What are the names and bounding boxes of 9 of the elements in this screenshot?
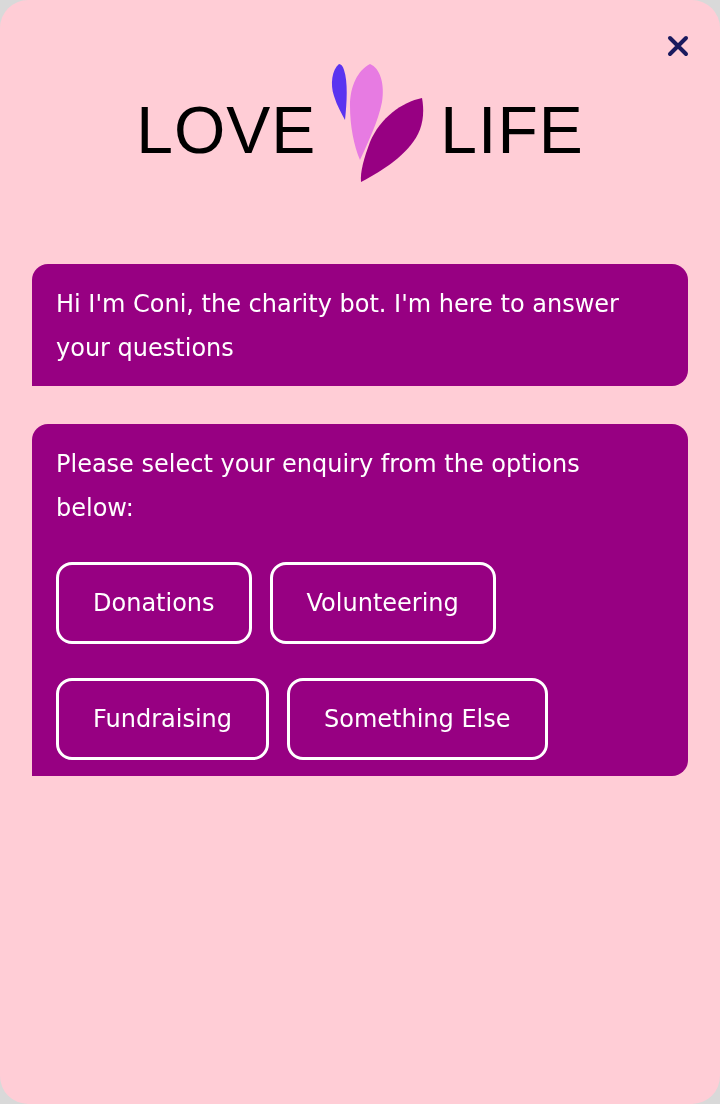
option-button[interactable]: Something Else — [287, 678, 548, 760]
option-button[interactable]: Donations — [56, 562, 252, 644]
message-text: Please select your enquiry from the options below: — [56, 449, 581, 524]
close-icon — [666, 34, 690, 58]
message-text: Hi I'm Coni, the charity bot. I'm here to answer your questions — [56, 289, 620, 364]
option-button[interactable]: Fundraising — [56, 678, 269, 760]
logo-text: LOVE — [136, 97, 317, 163]
option-button[interactable]: Volunteering — [269, 562, 496, 644]
logo-text: LIFE — [440, 97, 584, 163]
